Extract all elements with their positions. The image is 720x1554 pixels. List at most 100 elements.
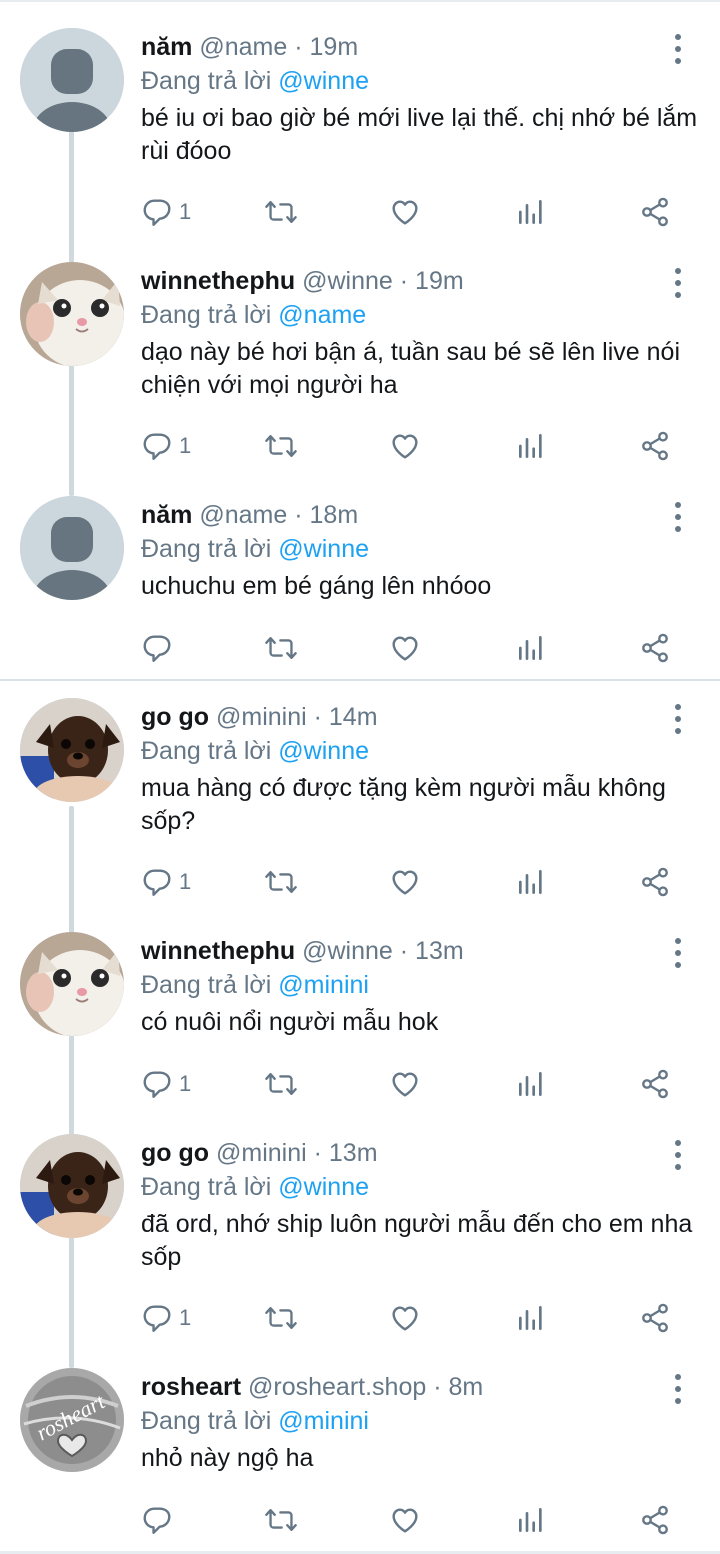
reply-button[interactable]: 1 xyxy=(141,192,191,232)
reply-mention-link[interactable]: @winne xyxy=(278,737,369,765)
display-name[interactable]: winnethephu xyxy=(141,267,295,295)
reply-button[interactable]: 1 xyxy=(141,1298,191,1338)
more-options-button[interactable] xyxy=(664,1140,692,1170)
analytics-button[interactable] xyxy=(516,192,546,232)
retweet-icon xyxy=(265,637,297,659)
reply-mention-link[interactable]: @winne xyxy=(278,67,369,95)
reply-icon xyxy=(143,433,171,460)
like-button[interactable] xyxy=(389,426,421,466)
avatar[interactable] xyxy=(20,262,124,366)
timestamp[interactable]: 18m xyxy=(310,501,359,529)
display-name[interactable]: go go xyxy=(141,703,209,731)
user-handle[interactable]: @winne xyxy=(302,937,393,965)
analytics-button[interactable] xyxy=(516,1500,546,1540)
tweet-text: đã ord, nhớ ship luôn người mẫu đến cho … xyxy=(141,1210,693,1271)
analytics-button[interactable] xyxy=(516,426,546,466)
display-name[interactable]: rosheart xyxy=(141,1373,241,1401)
dog-photo-avatar xyxy=(20,1134,124,1238)
reply-mention-link[interactable]: @minini xyxy=(278,971,369,999)
separator-dot: · xyxy=(399,937,409,965)
analytics-icon xyxy=(519,434,542,458)
avatar[interactable]: rosheart xyxy=(20,1368,124,1472)
tweet-text: mua hàng có được tặng kèm người mẫu khôn… xyxy=(141,774,666,835)
timestamp[interactable]: 13m xyxy=(329,1139,378,1167)
separator-dot: · xyxy=(433,1373,442,1401)
analytics-button[interactable] xyxy=(516,628,546,668)
conversation-separator xyxy=(0,679,720,681)
user-handle[interactable]: @minini xyxy=(216,1139,307,1167)
timestamp[interactable]: 8m xyxy=(448,1373,483,1401)
reply-button[interactable] xyxy=(141,1500,179,1540)
display-name[interactable]: năm xyxy=(141,501,192,529)
retweet-button[interactable] xyxy=(264,1064,298,1104)
share-icon xyxy=(642,1505,668,1535)
tweet-header: rosheart @rosheart.shop · 8m xyxy=(141,1372,483,1402)
reply-button[interactable] xyxy=(141,628,179,668)
like-button[interactable] xyxy=(389,1064,421,1104)
reply-mention-link[interactable]: @minini xyxy=(278,1407,369,1435)
replying-to-label: Đang trả lời xyxy=(141,737,272,765)
share-button[interactable] xyxy=(639,1064,671,1104)
display-name[interactable]: winnethephu xyxy=(141,937,295,965)
like-button[interactable] xyxy=(389,862,421,902)
share-button[interactable] xyxy=(639,862,671,902)
analytics-button[interactable] xyxy=(516,862,546,902)
user-handle[interactable]: @winne xyxy=(302,267,393,295)
reply-mention-link[interactable]: @winne xyxy=(278,1173,369,1201)
more-options-button[interactable] xyxy=(664,502,692,532)
share-button[interactable] xyxy=(639,192,671,232)
retweet-button[interactable] xyxy=(264,426,298,466)
more-options-button[interactable] xyxy=(664,268,692,298)
replying-to: Đang trả lời @winne xyxy=(141,1172,369,1202)
retweet-icon xyxy=(265,201,297,223)
user-handle[interactable]: @name xyxy=(199,33,287,61)
retweet-icon xyxy=(265,871,297,893)
tweet-header: winnethephu @winne · 13m xyxy=(141,936,464,966)
share-icon xyxy=(642,431,668,461)
analytics-button[interactable] xyxy=(516,1064,546,1104)
avatar[interactable] xyxy=(20,698,124,802)
timestamp[interactable]: 19m xyxy=(415,267,464,295)
like-button[interactable] xyxy=(389,192,421,232)
retweet-button[interactable] xyxy=(264,862,298,902)
reply-icon xyxy=(143,635,171,662)
analytics-icon xyxy=(519,870,542,894)
share-button[interactable] xyxy=(639,1298,671,1338)
timestamp[interactable]: 13m xyxy=(415,937,464,965)
avatar[interactable] xyxy=(20,28,124,132)
reply-button[interactable]: 1 xyxy=(141,862,191,902)
share-button[interactable] xyxy=(639,628,671,668)
timestamp[interactable]: 19m xyxy=(310,33,359,61)
retweet-button[interactable] xyxy=(264,1500,298,1540)
like-button[interactable] xyxy=(389,1298,421,1338)
share-button[interactable] xyxy=(639,1500,671,1540)
retweet-button[interactable] xyxy=(264,192,298,232)
more-options-button[interactable] xyxy=(664,938,692,968)
user-handle[interactable]: @name xyxy=(199,501,287,529)
analytics-button[interactable] xyxy=(516,1298,546,1338)
reply-mention-link[interactable]: @winne xyxy=(278,535,369,563)
avatar[interactable] xyxy=(20,496,124,600)
replying-to: Đang trả lời @minini xyxy=(141,970,369,1000)
display-name[interactable]: go go xyxy=(141,1139,209,1167)
reply-icon xyxy=(143,1305,171,1332)
timestamp[interactable]: 14m xyxy=(329,703,378,731)
like-button[interactable] xyxy=(389,628,421,668)
user-handle[interactable]: @rosheart.shop xyxy=(248,1373,426,1401)
retweet-icon xyxy=(265,1307,297,1329)
display-name[interactable]: năm xyxy=(141,33,192,61)
retweet-button[interactable] xyxy=(264,628,298,668)
more-options-button[interactable] xyxy=(664,1374,692,1404)
avatar[interactable] xyxy=(20,1134,124,1238)
reply-button[interactable]: 1 xyxy=(141,426,191,466)
more-options-button[interactable] xyxy=(664,704,692,734)
user-handle[interactable]: @minini xyxy=(216,703,307,731)
share-button[interactable] xyxy=(639,426,671,466)
retweet-button[interactable] xyxy=(264,1298,298,1338)
reply-mention-link[interactable]: @name xyxy=(278,301,366,329)
reply-button[interactable]: 1 xyxy=(141,1064,191,1104)
like-button[interactable] xyxy=(389,1500,421,1540)
more-options-button[interactable] xyxy=(664,34,692,64)
reply-count: 1 xyxy=(179,1305,192,1330)
avatar[interactable] xyxy=(20,932,124,1036)
